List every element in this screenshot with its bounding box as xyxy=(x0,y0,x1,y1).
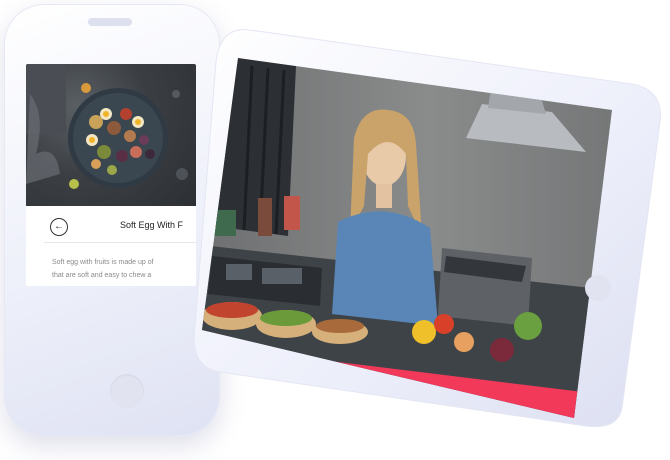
phone-device: ← Soft Egg With F Soft egg with fruits i… xyxy=(4,4,220,436)
description-line: that are soft and easy to chew a xyxy=(52,272,152,279)
arrow-left-icon: ← xyxy=(54,221,64,232)
phone-screen: ← Soft Egg With F Soft egg with fruits i… xyxy=(26,64,196,286)
description-line: Soft egg with fruits is made up of xyxy=(52,259,154,266)
back-button[interactable]: ← xyxy=(50,218,68,236)
recipe-title: Soft Egg With F xyxy=(120,220,184,230)
food-plate-image xyxy=(26,64,188,189)
phone-speaker xyxy=(88,18,132,26)
recipe-card: ← Soft Egg With F Soft egg with fruits i… xyxy=(26,206,196,286)
divider xyxy=(44,242,196,243)
recipe-description: Soft egg with fruits is made up of that … xyxy=(52,256,154,282)
home-button-icon[interactable] xyxy=(110,374,144,408)
tablet-body xyxy=(193,29,661,428)
tablet-device xyxy=(192,26,664,430)
food-photo xyxy=(26,64,196,206)
home-button-icon[interactable] xyxy=(585,275,611,301)
